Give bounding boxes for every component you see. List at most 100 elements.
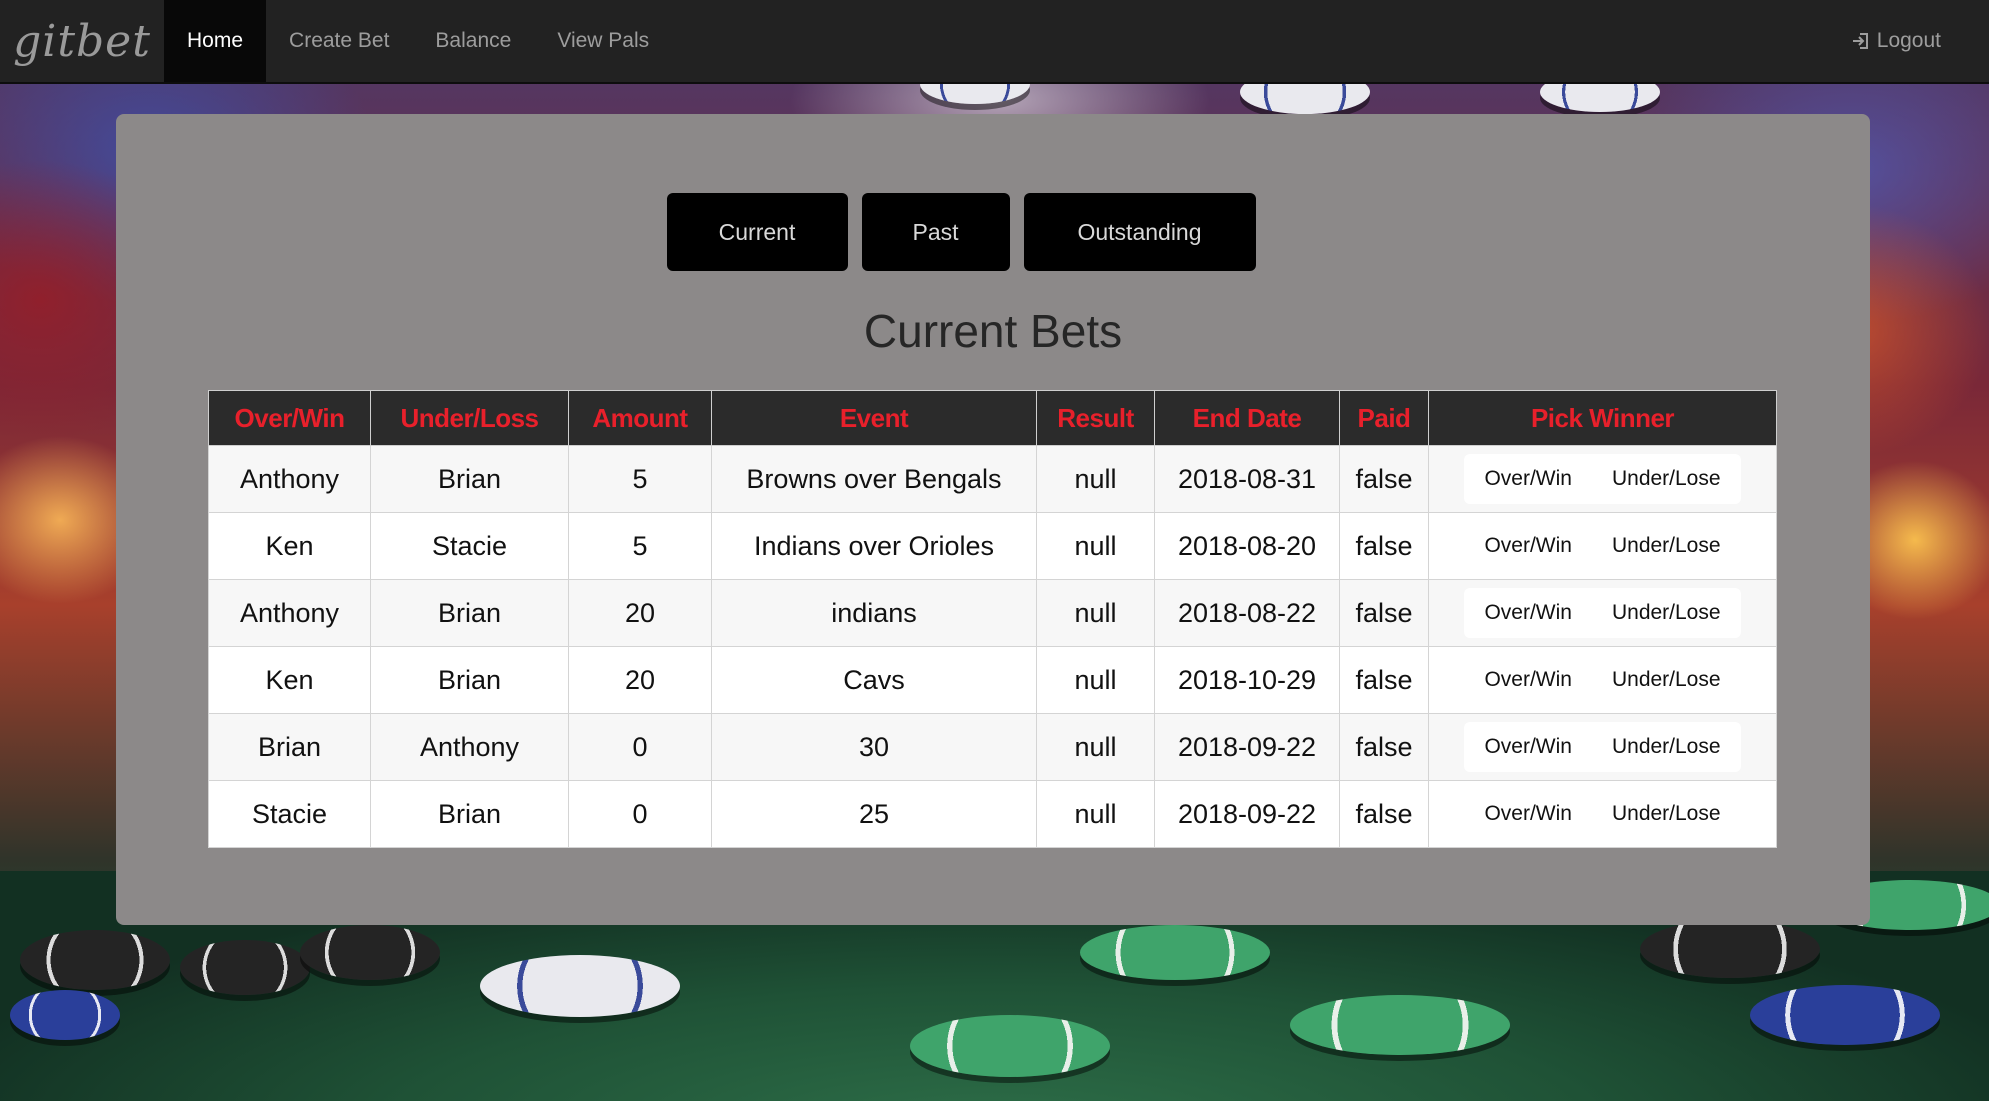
page-title: Current Bets bbox=[863, 305, 1123, 357]
pick-winner-group: Over/Win Under/Lose bbox=[1464, 454, 1741, 504]
cell-pick-winner: Over/Win Under/Lose bbox=[1428, 646, 1777, 714]
nav-item-create-bet[interactable]: Create Bet bbox=[266, 0, 412, 82]
cell-end-date: 2018-10-29 bbox=[1154, 646, 1340, 714]
cell-amount: 0 bbox=[568, 780, 712, 848]
pick-over-win-button[interactable]: Over/Win bbox=[1464, 655, 1592, 705]
poker-chip bbox=[910, 1015, 1110, 1077]
pick-under-lose-button[interactable]: Under/Lose bbox=[1592, 722, 1741, 772]
cell-result: null bbox=[1036, 646, 1155, 714]
pick-winner-group: Over/Win Under/Lose bbox=[1464, 722, 1741, 772]
column-header-under-loss: Under/Loss bbox=[370, 390, 569, 446]
cell-end-date: 2018-09-22 bbox=[1154, 713, 1340, 781]
cell-amount: 20 bbox=[568, 579, 712, 647]
bet-filter-tabs: Current Past Outstanding bbox=[116, 193, 1870, 271]
current-bets-table: Over/Win Under/Loss Amount Event Result … bbox=[208, 390, 1777, 848]
column-header-event: Event bbox=[711, 390, 1037, 446]
pick-winner-group: Over/Win Under/Lose bbox=[1464, 588, 1741, 638]
cell-result: null bbox=[1036, 579, 1155, 647]
cell-pick-winner: Over/Win Under/Lose bbox=[1428, 780, 1777, 848]
poker-chip bbox=[10, 990, 120, 1040]
cell-event: Cavs bbox=[711, 646, 1037, 714]
logout-link[interactable]: Logout bbox=[1841, 0, 1989, 82]
cell-pick-winner: Over/Win Under/Lose bbox=[1428, 579, 1777, 647]
pick-over-win-button[interactable]: Over/Win bbox=[1464, 722, 1592, 772]
pick-winner-group: Over/Win Under/Lose bbox=[1464, 655, 1741, 705]
poker-chip bbox=[1750, 985, 1940, 1045]
past-button[interactable]: Past bbox=[861, 193, 1010, 271]
cell-result: null bbox=[1036, 780, 1155, 848]
poker-chip bbox=[1080, 925, 1270, 980]
nav-item-balance[interactable]: Balance bbox=[412, 0, 534, 82]
table-row: Brian Anthony 0 30 null 2018-09-22 false… bbox=[208, 713, 1777, 781]
cell-pick-winner: Over/Win Under/Lose bbox=[1428, 512, 1777, 580]
cell-paid: false bbox=[1339, 780, 1429, 848]
cell-amount: 5 bbox=[568, 512, 712, 580]
current-button[interactable]: Current bbox=[666, 193, 848, 271]
cell-over-win: Anthony bbox=[208, 579, 371, 647]
cell-under-loss: Brian bbox=[370, 646, 569, 714]
poker-chip bbox=[20, 930, 170, 990]
pick-over-win-button[interactable]: Over/Win bbox=[1464, 588, 1592, 638]
pick-over-win-button[interactable]: Over/Win bbox=[1464, 789, 1592, 839]
table-row: Stacie Brian 0 25 null 2018-09-22 false … bbox=[208, 780, 1777, 848]
cell-event: Browns over Bengals bbox=[711, 445, 1037, 513]
cell-result: null bbox=[1036, 445, 1155, 513]
cell-end-date: 2018-08-22 bbox=[1154, 579, 1340, 647]
column-header-pick-winner: Pick Winner bbox=[1428, 390, 1777, 446]
pick-under-lose-button[interactable]: Under/Lose bbox=[1592, 521, 1741, 571]
bets-panel: Current Past Outstanding Current Bets Ov… bbox=[116, 114, 1870, 925]
cell-under-loss: Brian bbox=[370, 780, 569, 848]
nav-item-view-pals[interactable]: View Pals bbox=[534, 0, 672, 82]
cell-event: Indians over Orioles bbox=[711, 512, 1037, 580]
cell-end-date: 2018-09-22 bbox=[1154, 780, 1340, 848]
cell-paid: false bbox=[1339, 579, 1429, 647]
column-header-result: Result bbox=[1036, 390, 1155, 446]
poker-chip bbox=[1290, 995, 1510, 1055]
cell-over-win: Anthony bbox=[208, 445, 371, 513]
cell-result: null bbox=[1036, 512, 1155, 580]
column-header-amount: Amount bbox=[568, 390, 712, 446]
poker-chip bbox=[180, 940, 310, 995]
pick-under-lose-button[interactable]: Under/Lose bbox=[1592, 789, 1741, 839]
cell-event: 25 bbox=[711, 780, 1037, 848]
brand-logo[interactable]: gitbet bbox=[0, 0, 164, 82]
poker-chip bbox=[480, 955, 680, 1017]
cell-over-win: Stacie bbox=[208, 780, 371, 848]
pick-under-lose-button[interactable]: Under/Lose bbox=[1592, 588, 1741, 638]
pick-winner-group: Over/Win Under/Lose bbox=[1464, 789, 1741, 839]
cell-under-loss: Brian bbox=[370, 579, 569, 647]
pick-under-lose-button[interactable]: Under/Lose bbox=[1592, 454, 1741, 504]
cell-amount: 20 bbox=[568, 646, 712, 714]
cell-event: indians bbox=[711, 579, 1037, 647]
pick-under-lose-button[interactable]: Under/Lose bbox=[1592, 655, 1741, 705]
cell-result: null bbox=[1036, 713, 1155, 781]
cell-paid: false bbox=[1339, 646, 1429, 714]
cell-over-win: Ken bbox=[208, 646, 371, 714]
cell-under-loss: Stacie bbox=[370, 512, 569, 580]
logout-label: Logout bbox=[1876, 29, 1941, 52]
login-icon bbox=[1851, 31, 1871, 51]
nav-item-home[interactable]: Home bbox=[164, 0, 267, 82]
outstanding-button[interactable]: Outstanding bbox=[1023, 193, 1256, 271]
poker-chip bbox=[300, 925, 440, 980]
pick-over-win-button[interactable]: Over/Win bbox=[1464, 521, 1592, 571]
cell-end-date: 2018-08-31 bbox=[1154, 445, 1340, 513]
table-row: Anthony Brian 20 indians null 2018-08-22… bbox=[208, 579, 1777, 647]
cell-pick-winner: Over/Win Under/Lose bbox=[1428, 445, 1777, 513]
cell-over-win: Brian bbox=[208, 713, 371, 781]
table-row: Anthony Brian 5 Browns over Bengals null… bbox=[208, 445, 1777, 513]
cell-amount: 5 bbox=[568, 445, 712, 513]
cell-under-loss: Anthony bbox=[370, 713, 569, 781]
column-header-over-win: Over/Win bbox=[208, 390, 371, 446]
cell-end-date: 2018-08-20 bbox=[1154, 512, 1340, 580]
top-navbar: gitbet Home Create Bet Balance View Pals… bbox=[0, 0, 1989, 84]
poker-chip bbox=[1640, 920, 1820, 978]
column-header-paid: Paid bbox=[1339, 390, 1429, 446]
cell-under-loss: Brian bbox=[370, 445, 569, 513]
pick-over-win-button[interactable]: Over/Win bbox=[1464, 454, 1592, 504]
cell-over-win: Ken bbox=[208, 512, 371, 580]
cell-paid: false bbox=[1339, 445, 1429, 513]
column-header-end-date: End Date bbox=[1154, 390, 1340, 446]
cell-paid: false bbox=[1339, 713, 1429, 781]
